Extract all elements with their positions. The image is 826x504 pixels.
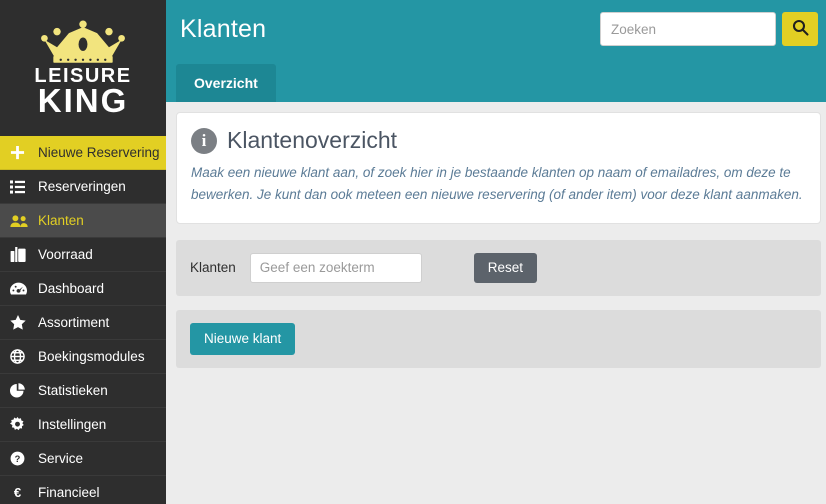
reset-button[interactable]: Reset [473,252,538,283]
info-card-title: Klantenoverzicht [227,127,398,153]
plus-icon [10,145,36,160]
sidebar-item-voorraad[interactable]: Voorraad [0,238,166,272]
globe-icon [10,349,36,364]
sidebar-label: Reserveringen [38,179,126,194]
sidebar-item-financieel[interactable]: € Financieel [0,476,166,504]
users-icon [10,214,36,228]
filter-panel: Klanten Reset [176,239,821,296]
tab-label: Overzicht [194,75,258,91]
klanten-search-input[interactable] [249,252,422,283]
sidebar-label: Financieel [38,485,100,500]
filter-label: Klanten [190,260,236,276]
pie-chart-icon [10,383,36,398]
gear-icon [10,417,36,432]
svg-text:€: € [14,485,22,500]
info-card: i Klantenoverzicht Maak een nieuwe klant… [176,112,821,224]
brand-line-2: KING [37,82,129,119]
sidebar-item-instellingen[interactable]: Instellingen [0,408,166,442]
sidebar-label: Instellingen [38,417,107,432]
sidebar-item-dashboard[interactable]: Dashboard [0,272,166,306]
sidebar-label: Statistieken [38,383,108,398]
sidebar-label: Assortiment [38,315,110,330]
brand-logo[interactable]: LEISURE KING [0,0,166,136]
tachometer-icon [10,282,36,295]
info-icon: i [191,127,217,154]
euro-icon: € [10,485,36,500]
sidebar: LEISURE KING Nieuwe Reservering Reserver… [0,0,166,504]
nieuwe-klant-button[interactable]: Nieuwe klant [190,322,296,355]
sidebar-item-boekingsmodules[interactable]: Boekingsmodules [0,340,166,374]
info-card-header: i Klantenoverzicht [191,127,804,154]
sidebar-label: Voorraad [38,247,93,262]
sidebar-item-nieuwe-reservering[interactable]: Nieuwe Reservering [0,136,166,170]
header-search [600,12,818,46]
sidebar-label: Dashboard [38,281,105,296]
question-circle-icon: ? [10,451,36,466]
sidebar-item-reserveringen[interactable]: Reserveringen [0,170,166,204]
app-window: LEISURE KING Nieuwe Reservering Reserver… [0,0,826,504]
search-button[interactable] [782,12,818,46]
sidebar-label: Boekingsmodules [38,349,145,364]
brand-wordmark: LEISURE KING [34,65,131,117]
action-panel: Nieuwe klant [176,309,821,368]
sidebar-nav: Nieuwe Reservering Reserveringen Klanten… [0,136,166,504]
tab-overzicht[interactable]: Overzicht [176,64,276,102]
content-area: i Klantenoverzicht Maak een nieuwe klant… [166,102,826,368]
sidebar-label: Nieuwe Reservering [38,145,160,160]
sidebar-label: Service [38,451,84,466]
top-header: Klanten [166,0,826,58]
star-icon [10,315,36,330]
list-icon [10,179,36,194]
search-icon [792,19,809,39]
briefcase-icon [10,247,36,262]
main-area: Klanten Overzicht i Klantenoverzicht [166,0,826,504]
sidebar-item-statistieken[interactable]: Statistieken [0,374,166,408]
sidebar-item-klanten[interactable]: Klanten [0,204,166,238]
search-input[interactable] [600,12,776,46]
tab-bar: Overzicht [166,58,826,102]
sidebar-label: Klanten [38,213,84,228]
crown-icon [38,19,128,65]
info-card-description: Maak een nieuwe klant aan, of zoek hier … [191,165,803,203]
sidebar-item-assortiment[interactable]: Assortiment [0,306,166,340]
page-title: Klanten [180,14,267,43]
svg-text:?: ? [15,454,21,464]
sidebar-item-service[interactable]: ? Service [0,442,166,476]
